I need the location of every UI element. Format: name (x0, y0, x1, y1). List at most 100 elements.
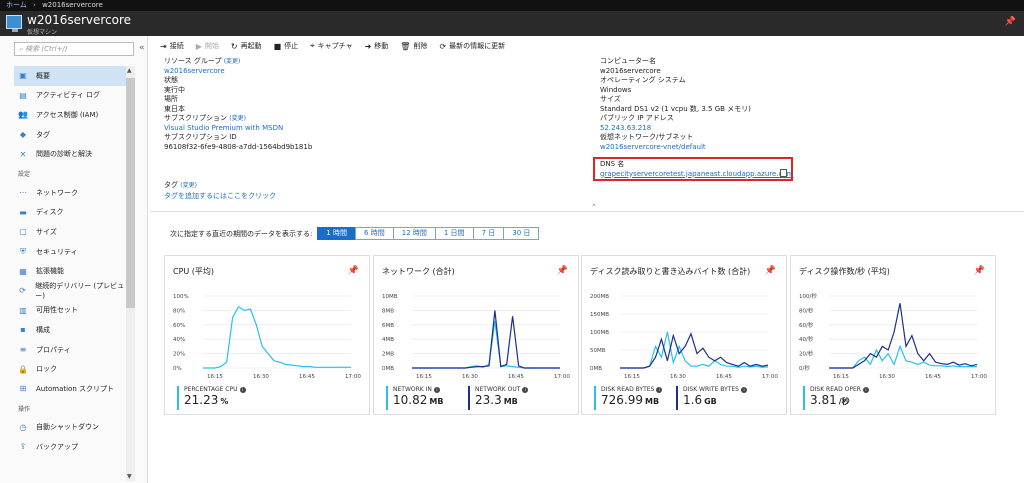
resource-group-label: リソース グループ (164, 57, 222, 65)
toolbar-capture-button[interactable]: ⌖ キャプチャ (310, 40, 352, 52)
pin-icon[interactable]: 📌 (1005, 17, 1016, 27)
pin-icon[interactable]: 📌 (348, 266, 359, 276)
info-icon[interactable]: i (522, 387, 529, 393)
add-tags-link[interactable]: タグを追加するにはここをクリック (164, 191, 276, 201)
sidebar-item-tag[interactable]: ◆ タグ (14, 125, 126, 145)
toolbar-delete-button[interactable]: 🗑 削除 (400, 40, 427, 52)
time-range-option[interactable]: 7 日 (472, 227, 505, 240)
scroll-up-icon[interactable]: ▲ (127, 67, 132, 74)
pin-icon[interactable]: 📌 (974, 266, 985, 276)
sidebar-item-lock[interactable]: 🔒 ロック (14, 359, 126, 379)
change-subscription-link[interactable]: (変更) (229, 115, 246, 122)
os-label: オペレーティング システム (600, 76, 686, 84)
sidebar-item-size[interactable]: ▢ サイズ (14, 222, 126, 242)
toolbar-move-button[interactable]: ➜ 移動 (365, 40, 389, 52)
sidebar-item-log[interactable]: ▤ アクティビティ ログ (14, 86, 126, 106)
sidebar-item-backup[interactable]: ⇪ バックアップ (14, 437, 126, 457)
vnet-link[interactable]: w2016servercore-vnet/default (600, 143, 706, 151)
move-icon: ➜ (364, 41, 372, 51)
sidebar-item-extension[interactable]: ▦ 拡張機能 (14, 261, 126, 281)
metric-tile[interactable]: ディスク読み取りと書き込みバイト数 (合計) 📌 200MB 150MB 100MB 50… (581, 255, 787, 415)
sidebar-item-label: ネットワーク (36, 188, 78, 197)
sidebar-item-wrench[interactable]: ✕ 問題の診断と解決 (14, 144, 126, 164)
resource-group-link[interactable]: w2016servercore (164, 67, 225, 75)
time-range-option[interactable]: 30 日 (503, 227, 540, 240)
metric-summary: NETWORK IN i 10.82 MB (386, 386, 443, 410)
properties-icon: ≡ (19, 345, 27, 355)
sidebar-item-availability[interactable]: ▥ 可用性セット (14, 301, 126, 321)
breadcrumb-home[interactable]: ホーム (6, 1, 27, 9)
collapse-sidebar-icon[interactable]: « (139, 43, 145, 53)
toolbar-restart-button[interactable]: ↻ 再起動 (231, 40, 262, 52)
x-tick-label: 16:30 (670, 374, 686, 380)
sidebar-item-monitor[interactable]: ▣ 概要 (14, 66, 126, 86)
y-tick-label: 40% (173, 337, 185, 343)
wrench-icon: ✕ (19, 149, 27, 159)
x-tick-label: 16:45 (925, 374, 941, 380)
y-tick-label: 10MB (382, 294, 398, 300)
sidebar-item-config[interactable]: ▪ 構成 (14, 320, 126, 340)
metric-tile[interactable]: ディスク操作数/秒 (平均) 📌 100/秒 80/秒 60/秒 40/秒 20/秒 0/秒 1… (790, 255, 996, 415)
change-tags-link[interactable]: (変更) (180, 182, 197, 189)
dns-link[interactable]: grapecityservercoretest.japaneast.clouda… (600, 170, 793, 178)
info-icon[interactable]: i (239, 387, 246, 393)
y-tick-label: 4MB (382, 337, 394, 343)
y-tick-label: 0MB (590, 366, 602, 372)
toolbar-button-label: 削除 (413, 42, 428, 50)
restart-icon: ↻ (230, 41, 238, 51)
metric-summary: DISK READ OPER i 3.81/秒 (803, 386, 869, 410)
metric-value: 23.3 (475, 393, 502, 407)
info-icon[interactable]: i (862, 387, 869, 393)
sidebar-item-label: 構成 (36, 325, 50, 334)
scroll-down-icon[interactable]: ▼ (127, 473, 132, 480)
breadcrumb-current[interactable]: w2016servercore (42, 1, 103, 9)
time-range-option[interactable]: 12 時間 (392, 227, 436, 240)
metric-tile[interactable]: ネットワーク (合計) 📌 10MB 8MB 6MB 4MB 2MB 0MB 16:15 16:3… (373, 255, 579, 415)
subscription-link[interactable]: Visual Studio Premium with MSDN (164, 124, 283, 132)
sidebar-item-script[interactable]: ⊞ Automation スクリプト (14, 379, 126, 399)
search-input[interactable]: ⌕ 検索 (Ctrl+/) (14, 42, 134, 56)
pin-icon[interactable]: 📌 (557, 266, 568, 276)
change-resource-group-link[interactable]: (変更) (224, 58, 241, 65)
lock-icon: 🔒 (18, 364, 28, 374)
time-range-selector: 次に指定する直近の期間のデータを表示する: 1 時間 6 時間 12 時間 1 日間 7… (170, 227, 540, 240)
sidebar-item-label: 概要 (36, 71, 50, 80)
sidebar-scrollbar[interactable]: ▲ ▼ (126, 66, 135, 481)
shield-icon: ⛨ (20, 247, 26, 257)
time-range-option[interactable]: 1 時間 (317, 227, 357, 240)
sidebar-item-clock[interactable]: ◷ 自動シャットダウン (14, 418, 126, 438)
subscription-id-value: 96108f32-6fe9-4808-a7dd-1564bd9b181b (164, 142, 313, 151)
tile-title: ディスク読み取りと書き込みバイト数 (合計) (590, 267, 751, 276)
scroll-thumb[interactable] (126, 78, 135, 308)
sidebar-item-label: 問題の診断と解決 (36, 150, 92, 159)
toolbar-refresh-button[interactable]: ⟳ 最新の情報に更新 (439, 40, 505, 52)
sidebar-item-disk[interactable]: ▬ ディスク (14, 203, 126, 223)
pin-icon[interactable]: 📌 (765, 266, 776, 276)
metric-value: 10.82 (393, 393, 428, 407)
sidebar-item-label: バックアップ (36, 442, 78, 451)
play-icon: ▶ (195, 41, 202, 51)
series-line-1 (829, 303, 978, 369)
collapse-essentials-icon[interactable]: ⌃ (591, 203, 597, 211)
search-placeholder: 検索 (Ctrl+/) (25, 45, 68, 53)
metric-tile[interactable]: CPU (平均) 📌 100% 80% 60% 40% 20% 0% 16:15 16:30 16:… (164, 255, 370, 415)
metric-label: PERCENTAGE CPU (184, 386, 238, 393)
sidebar-item-users[interactable]: 👥 アクセス制御 (IAM) (14, 105, 126, 125)
toolbar-connect-button[interactable]: ⇥ 接続 (160, 40, 184, 52)
metric-unit: /秒 (838, 397, 850, 406)
sidebar-item-network[interactable]: ⋯ ネットワーク (14, 183, 126, 203)
sidebar-item-delivery[interactable]: ⟳ 継続的デリバリー (プレビュー) (14, 281, 126, 301)
toolbar-play-button[interactable]: ▶ 開始 (196, 40, 219, 52)
tile-title: ディスク操作数/秒 (平均) (799, 267, 890, 276)
sidebar-item-properties[interactable]: ≡ プロパティ (14, 340, 126, 360)
copy-icon[interactable] (780, 169, 787, 177)
size-icon: ▢ (19, 227, 27, 237)
public-ip-link[interactable]: 52.243.63.218 (600, 124, 651, 132)
sidebar-item-shield[interactable]: ⛨ セキュリティ (14, 242, 126, 262)
info-icon[interactable]: i (741, 387, 747, 393)
time-range-option[interactable]: 6 時間 (355, 227, 394, 240)
toolbar-stop-button[interactable]: ■ 停止 (274, 40, 299, 52)
time-range-option[interactable]: 1 日間 (434, 227, 474, 240)
y-tick-label: 8MB (382, 308, 394, 314)
breadcrumb: ホーム › w2016servercore (0, 0, 1024, 11)
